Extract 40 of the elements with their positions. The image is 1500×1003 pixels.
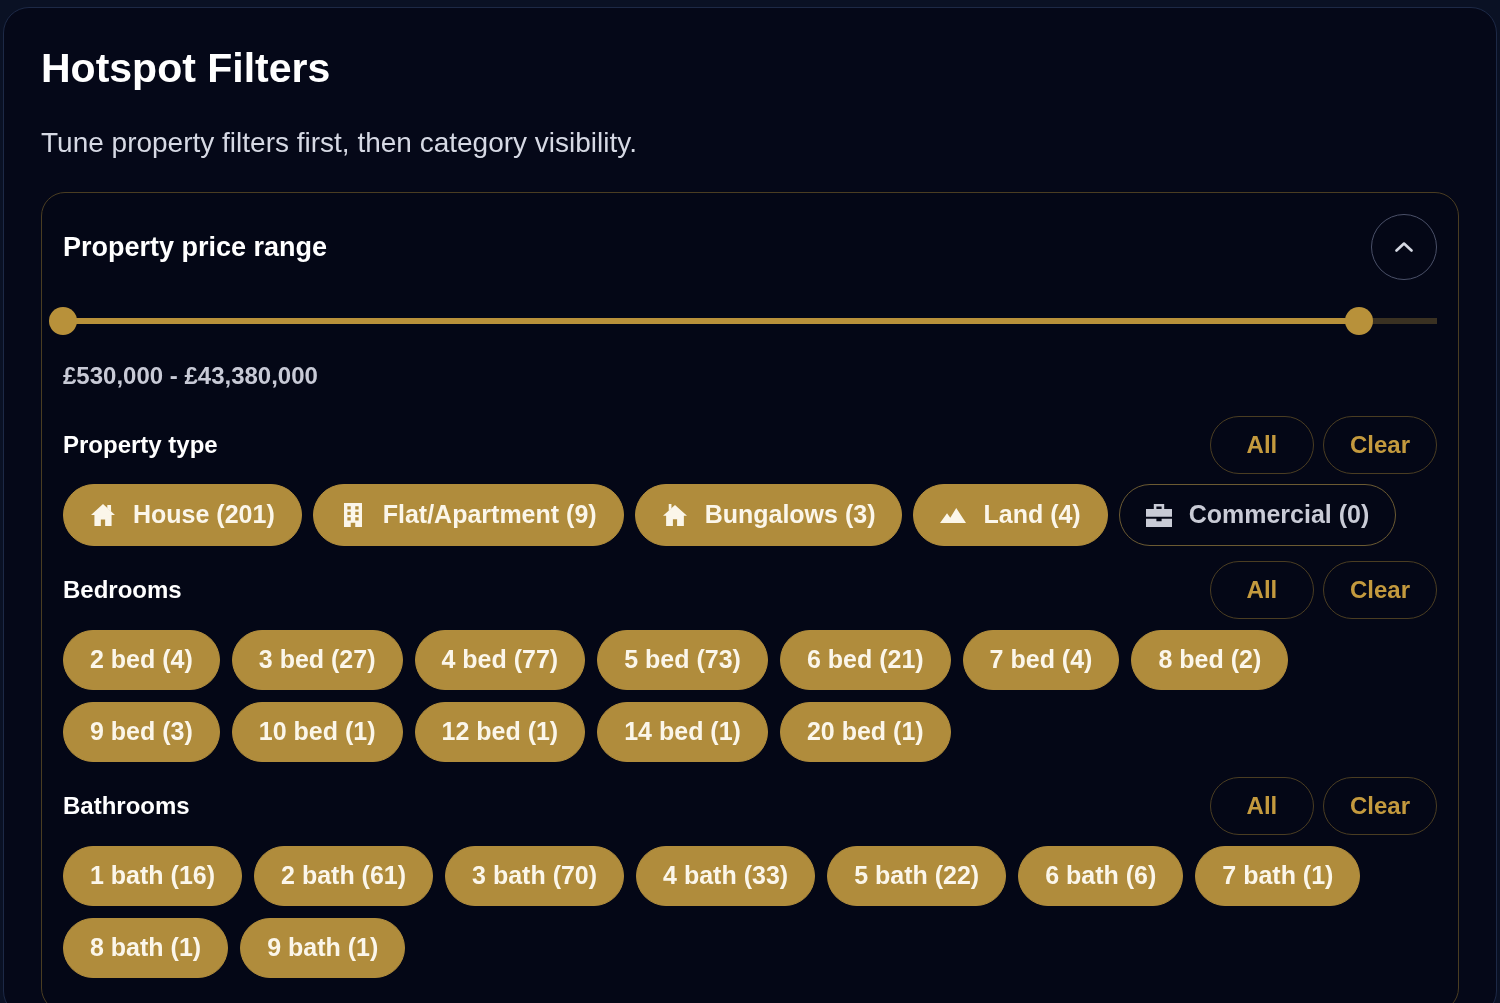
filter-chip[interactable]: 2 bath (61) — [254, 846, 434, 906]
group-title: Property type — [63, 430, 218, 460]
house-icon — [662, 504, 687, 526]
house-icon — [91, 504, 115, 526]
section-title: Property price range — [63, 230, 328, 264]
group-title: Bedrooms — [63, 575, 182, 605]
filter-chip[interactable]: 4 bed (77) — [414, 630, 586, 690]
panel-subtitle: Tune property filters first, then category visibility. — [41, 126, 638, 160]
filter-chip[interactable]: 9 bed (3) — [63, 702, 220, 762]
filter-chip[interactable]: 10 bed (1) — [231, 702, 403, 762]
filter-chip[interactable]: Flat/Apartment (9) — [312, 484, 624, 546]
briefcase-icon — [1145, 503, 1172, 527]
filter-chip[interactable]: 14 bed (1) — [597, 702, 768, 762]
filter-chip[interactable]: 5 bed (73) — [597, 630, 768, 690]
filter-chip[interactable]: 7 bath (1) — [1195, 846, 1361, 906]
filter-chip[interactable]: 2 bed (4) — [63, 630, 220, 690]
slider-thumb[interactable] — [49, 307, 77, 335]
filter-chip[interactable]: 8 bath (1) — [63, 918, 229, 978]
filter-chip[interactable]: 9 bath (1) — [240, 918, 406, 978]
filter-chip[interactable]: 8 bed (2) — [1131, 630, 1289, 690]
panel-title: Hotspot Filters — [41, 48, 332, 89]
filter-chip[interactable]: 3 bed (27) — [231, 630, 403, 690]
group-title: Bathrooms — [63, 791, 190, 821]
filter-chip[interactable]: 6 bath (6) — [1018, 846, 1184, 906]
filter-chip[interactable]: 7 bed (4) — [962, 630, 1120, 690]
filter-chip[interactable]: House (201) — [63, 484, 302, 546]
mountain-icon — [940, 507, 967, 523]
filter-chip[interactable]: 5 bath (22) — [827, 846, 1007, 906]
filter-chip[interactable]: 20 bed (1) — [779, 702, 951, 762]
chevron-up-icon — [1395, 242, 1413, 252]
filter-chip[interactable]: Bungalows (3) — [634, 484, 903, 546]
price-range-text: £530,000 - £43,380,000 — [63, 362, 318, 389]
filter-chip[interactable]: 3 bath (70) — [445, 846, 625, 906]
filter-chip[interactable]: 12 bed (1) — [414, 702, 586, 762]
filter-chip[interactable]: 4 bath (33) — [636, 846, 816, 906]
filter-chip[interactable]: Land (4) — [913, 484, 1108, 546]
slider-thumb[interactable] — [1344, 307, 1373, 335]
filter-chip[interactable]: 6 bed (21) — [779, 630, 951, 690]
filter-chip[interactable]: 1 bath (16) — [63, 846, 243, 906]
building-icon — [343, 503, 362, 527]
